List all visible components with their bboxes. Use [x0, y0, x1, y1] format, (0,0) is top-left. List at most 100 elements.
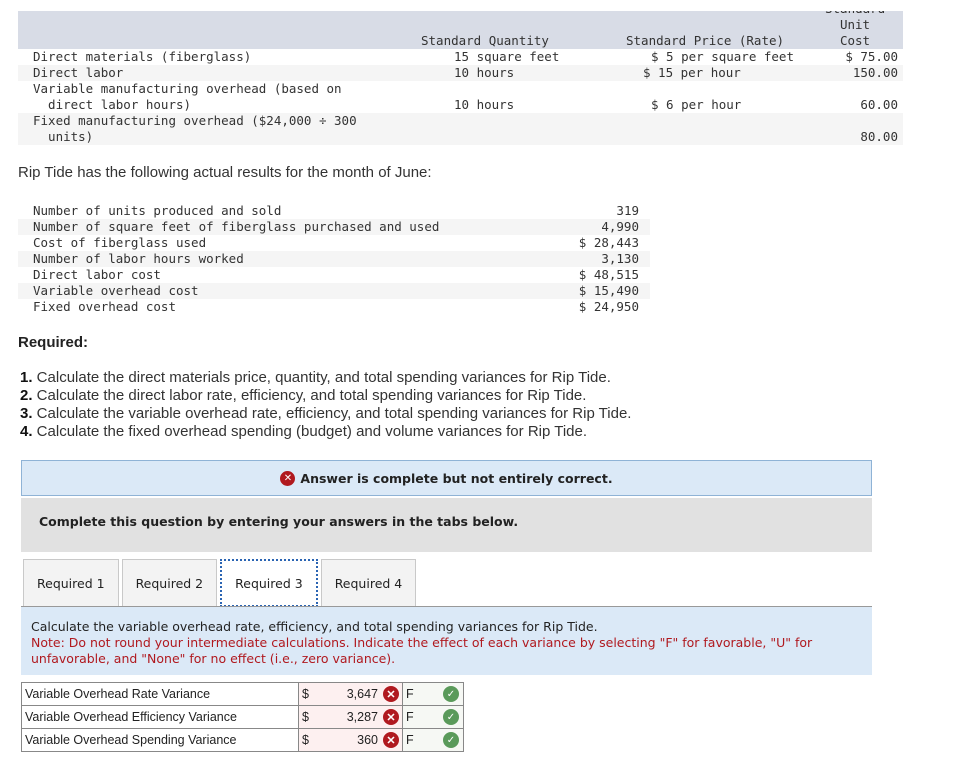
actual-row: Variable overhead cost $ 15,490 [18, 283, 650, 299]
answer-status-text: Answer is complete but not entirely corr… [300, 470, 613, 486]
amount-value: 360 [357, 733, 378, 747]
answer-row: Variable Overhead Spending Variance $ 36… [21, 728, 464, 752]
error-x-icon: ✕ [280, 470, 296, 486]
tab-required-2[interactable]: Required 2 [121, 559, 218, 607]
row-quantity: 10 hours [454, 65, 515, 80]
actual-results-table: Number of units produced and sold 319 Num… [18, 203, 650, 315]
actual-value: 319 [616, 203, 639, 218]
actual-row: Cost of fiberglass used $ 28,443 [18, 235, 650, 251]
header-standard-quantity: Standard Quantity [421, 33, 549, 48]
incorrect-x-icon: ✕ [383, 686, 399, 702]
effect-value: F [406, 733, 414, 747]
standards-row: Direct labor 10 hours $ 15 per hour 150.… [18, 65, 903, 81]
tab-required-3[interactable]: Required 3 [220, 559, 318, 607]
amount-input[interactable]: $ 3,287 ✕ [298, 705, 403, 729]
variance-name: Variable Overhead Rate Variance [21, 682, 299, 706]
standards-row: Variable manufacturing overhead (based o… [18, 81, 903, 113]
actual-value: $ 28,443 [578, 235, 639, 250]
item-text: Calculate the variable overhead rate, ef… [32, 405, 632, 422]
variance-name: Variable Overhead Efficiency Variance [21, 705, 299, 729]
actual-label: Number of labor hours worked [33, 251, 244, 266]
currency-symbol: $ [302, 710, 309, 724]
item-number: 1. [20, 369, 33, 386]
row-label: Fixed manufacturing overhead ($24,000 ÷ … [33, 113, 357, 128]
row-quantity: 10 hours [454, 97, 515, 112]
required-item: 2. Calculate the direct labor rate, effi… [20, 387, 631, 405]
required-list: 1. Calculate the direct materials price,… [20, 369, 631, 441]
variance-name: Variable Overhead Spending Variance [21, 728, 299, 752]
row-quantity: 15 square feet [454, 49, 560, 64]
tab-required-1[interactable]: Required 1 [23, 559, 119, 607]
item-text: Calculate the direct materials price, qu… [32, 369, 611, 386]
effect-value: F [406, 710, 414, 724]
instructions-text: Complete this question by entering your … [39, 514, 519, 529]
actual-value: $ 48,515 [578, 267, 639, 282]
tab-bar: Required 1 Required 2 Required 3 Require… [23, 559, 419, 607]
header-standard-price: Standard Price (Rate) [626, 33, 785, 48]
row-unit-cost: $ 75.00 [845, 49, 898, 64]
instructions-box: Complete this question by entering your … [21, 498, 872, 552]
incorrect-x-icon: ✕ [383, 709, 399, 725]
tab-required-4[interactable]: Required 4 [320, 559, 417, 607]
row-unit-cost: 60.00 [860, 97, 898, 112]
effect-select[interactable]: F ✓ [402, 728, 464, 752]
actual-row: Number of square feet of fiberglass purc… [18, 219, 650, 235]
header-unit-cost-mid: Unit [839, 17, 871, 32]
actual-value: 4,990 [601, 219, 639, 234]
standards-table-header: Standard Quantity Standard Price (Rate) … [18, 11, 903, 49]
actual-label: Cost of fiberglass used [33, 235, 207, 250]
standards-row: Direct materials (fiberglass) 15 square … [18, 49, 903, 65]
tab-note: Note: Do not round your intermediate cal… [31, 635, 813, 666]
row-price: $ 15 per hour [643, 65, 741, 80]
actual-value: 3,130 [601, 251, 639, 266]
standards-table: Standard Quantity Standard Price (Rate) … [18, 11, 903, 145]
effect-select[interactable]: F ✓ [402, 705, 464, 729]
actual-value: $ 15,490 [578, 283, 639, 298]
item-text: Calculate the fixed overhead spending (b… [32, 423, 588, 440]
required-section: Required: [18, 334, 88, 351]
item-text: Calculate the direct labor rate, efficie… [32, 387, 587, 404]
actual-label: Variable overhead cost [33, 283, 199, 298]
row-unit-cost: 80.00 [860, 129, 898, 144]
actual-row: Direct labor cost $ 48,515 [18, 267, 650, 283]
required-item: 3. Calculate the variable overhead rate,… [20, 405, 631, 423]
actual-row: Number of units produced and sold 319 [18, 203, 650, 219]
effect-select[interactable]: F ✓ [402, 682, 464, 706]
amount-value: 3,287 [346, 710, 378, 724]
amount-input[interactable]: $ 360 ✕ [298, 728, 403, 752]
row-label-cont: direct labor hours) [33, 97, 192, 112]
incorrect-x-icon: ✕ [383, 732, 399, 748]
row-price: $ 5 per square feet [651, 49, 794, 64]
actual-row: Fixed overhead cost $ 24,950 [18, 299, 650, 315]
correct-check-icon: ✓ [443, 709, 459, 725]
row-label: Variable manufacturing overhead (based o… [33, 81, 342, 96]
answer-status-banner: ✕ Answer is complete but not entirely co… [21, 460, 872, 496]
row-unit-cost: 150.00 [852, 65, 898, 80]
item-number: 3. [20, 405, 33, 422]
currency-symbol: $ [302, 733, 309, 747]
amount-input[interactable]: $ 3,647 ✕ [298, 682, 403, 706]
tab-panel: Calculate the variable overhead rate, ef… [21, 607, 872, 675]
required-title: Required: [18, 334, 89, 351]
answer-table: Variable Overhead Rate Variance $ 3,647 … [21, 682, 464, 752]
tab-question: Calculate the variable overhead rate, ef… [31, 619, 598, 634]
actual-row: Number of labor hours worked 3,130 [18, 251, 650, 267]
row-price: $ 6 per hour [651, 97, 742, 112]
row-label: Direct materials (fiberglass) [33, 49, 252, 64]
header-unit-cost-bottom: Cost [839, 33, 871, 48]
answer-row: Variable Overhead Rate Variance $ 3,647 … [21, 682, 464, 706]
standards-row: Fixed manufacturing overhead ($24,000 ÷ … [18, 113, 903, 145]
item-number: 4. [20, 423, 33, 440]
correct-check-icon: ✓ [443, 732, 459, 748]
correct-check-icon: ✓ [443, 686, 459, 702]
actual-value: $ 24,950 [578, 299, 639, 314]
required-item: 4. Calculate the fixed overhead spending… [20, 423, 631, 441]
item-number: 2. [20, 387, 33, 404]
actual-label: Fixed overhead cost [33, 299, 176, 314]
actual-label: Number of square feet of fiberglass purc… [33, 219, 440, 234]
actual-label: Number of units produced and sold [33, 203, 282, 218]
required-item: 1. Calculate the direct materials price,… [20, 369, 631, 387]
actual-label: Direct labor cost [33, 267, 161, 282]
amount-value: 3,647 [346, 687, 378, 701]
actual-results-intro: Rip Tide has the following actual result… [18, 164, 432, 181]
